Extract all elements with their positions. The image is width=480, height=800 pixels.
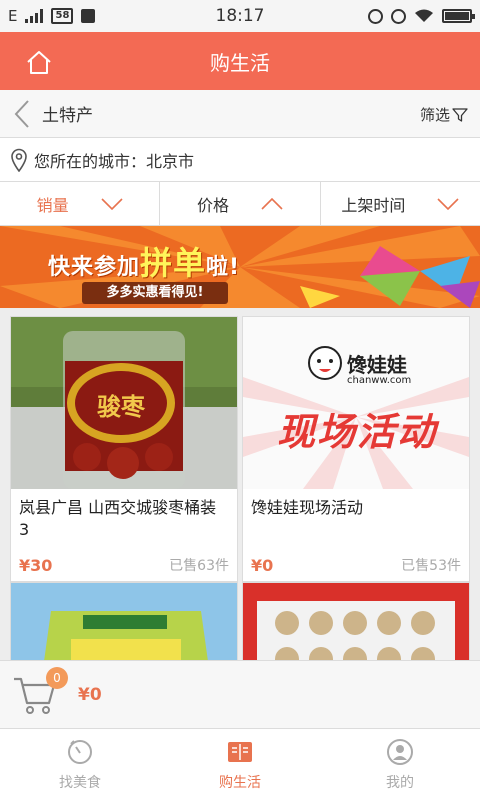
banner-headline-pre: 快来参加 <box>48 255 141 280</box>
promo-banner[interactable]: 快来参加拼单啦! 多多实惠看得见! <box>0 226 480 308</box>
sort-tab-label: 价格 <box>196 195 229 215</box>
product-card[interactable]: 骏枣 岚县广昌 山西交城骏枣桶装 3 ¥30 已售63件 <box>10 316 238 582</box>
product-sold-count: 已售53件 <box>401 558 461 574</box>
product-price: ¥0 <box>251 555 274 575</box>
nav-mine[interactable]: 我的 <box>320 729 480 800</box>
product-sold-count: 已售63件 <box>169 558 229 574</box>
message-icon <box>81 9 96 23</box>
banner-headline-big: 拼单 <box>140 244 207 282</box>
product-card[interactable] <box>10 582 238 660</box>
wifi-icon <box>415 9 433 22</box>
product-card[interactable]: 馋娃娃 chanww.com 现场活动 馋娃娃现场活动 ¥0 已售53件 <box>242 316 470 582</box>
product-image: 馋娃娃 chanww.com 现场活动 <box>243 317 469 489</box>
chevron-down-icon <box>437 197 459 210</box>
chevron-up-icon <box>261 197 283 210</box>
sort-tab-label: 销量 <box>36 195 69 215</box>
book-icon <box>228 741 252 762</box>
sort-tab-price[interactable]: 价格 <box>160 182 321 225</box>
chevron-left-icon <box>14 99 29 128</box>
app-header: 购生活 <box>0 32 480 90</box>
nav-shopping[interactable]: 购生活 <box>160 729 320 800</box>
cart-count-badge: 0 <box>46 667 68 689</box>
network-type: E <box>8 7 18 25</box>
product-image: 骏枣 <box>11 317 237 489</box>
brand-logo-url: chanww.com <box>347 375 412 386</box>
product-card[interactable] <box>242 582 470 660</box>
cart-bar: 0 ¥0 <box>0 660 480 728</box>
status-bar: E 58 18:17 <box>0 0 480 32</box>
filter-icon <box>452 107 468 122</box>
brand-logo-text: 馋娃娃 <box>347 353 407 377</box>
sort-tab-listing-time[interactable]: 上架时间 <box>321 182 480 225</box>
banner-headline-post: 啦! <box>206 255 241 280</box>
product-image <box>243 583 469 660</box>
clock-icon <box>68 739 92 764</box>
battery-icon <box>442 9 475 23</box>
current-city: 您所在的城市：北京市 <box>34 151 195 171</box>
product-image-label: 骏枣 <box>97 393 145 421</box>
product-footer: ¥30 已售63件 <box>11 549 237 581</box>
signal-icon <box>25 9 44 23</box>
alarm-icon <box>391 8 406 24</box>
user-icon <box>387 738 413 765</box>
category-bar: 土特产 筛选 <box>0 90 480 138</box>
bottom-nav: 找美食 购生活 我的 <box>0 728 480 800</box>
home-icon[interactable] <box>26 49 52 75</box>
category-title: 土特产 <box>42 106 93 126</box>
sort-tabs: 销量 价格 上架时间 <box>0 182 480 226</box>
app-notification-badge: 58 <box>51 8 74 24</box>
product-image <box>11 583 237 660</box>
cart-total: ¥0 <box>78 685 102 705</box>
product-name: 馋娃娃现场活动 <box>251 498 364 517</box>
sort-tab-sales[interactable]: 销量 <box>0 182 161 225</box>
banner-headline: 快来参加拼单啦! <box>48 238 240 284</box>
back-button[interactable] <box>6 90 38 138</box>
nav-find-food[interactable]: 找美食 <box>0 729 160 800</box>
location-pin-icon <box>11 148 27 172</box>
product-name: 岚县广昌 山西交城骏枣桶装 3 <box>19 498 217 539</box>
page-title: 购生活 <box>210 50 270 75</box>
nav-label: 我的 <box>386 774 414 791</box>
nav-label: 找美食 <box>59 774 101 791</box>
sort-tab-label: 上架时间 <box>341 195 406 215</box>
nav-label: 购生活 <box>219 774 261 791</box>
product-grid: 骏枣 岚县广昌 山西交城骏枣桶装 3 ¥30 已售63件 馋娃娃 chanww.… <box>0 308 480 660</box>
product-image-label: 现场活动 <box>276 410 437 454</box>
filter-label: 筛选 <box>419 106 450 124</box>
location-bar[interactable]: 您所在的城市：北京市 <box>0 138 480 182</box>
filter-button[interactable]: 筛选 <box>420 104 468 125</box>
product-price: ¥30 <box>19 555 53 575</box>
chevron-down-icon <box>101 197 123 210</box>
banner-subline: 多多实惠看得见! <box>82 282 228 304</box>
product-footer: ¥0 已售53件 <box>243 549 469 581</box>
bluetooth-icon <box>368 8 383 24</box>
